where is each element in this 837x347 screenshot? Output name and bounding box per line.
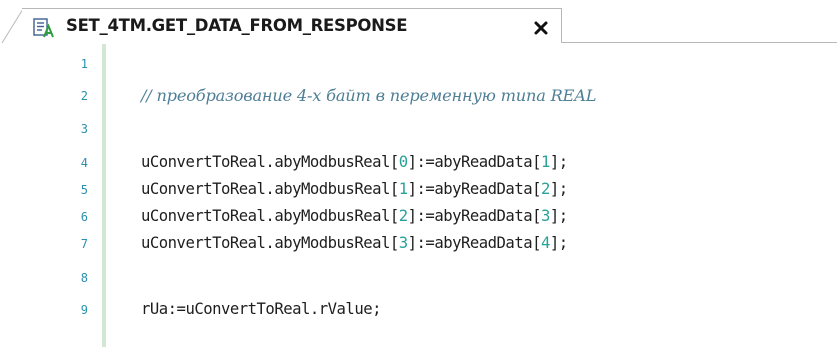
tab-strip-baseline xyxy=(562,42,837,43)
code-line[interactable]: 2 // преобразование 4-х байт в переменну… xyxy=(0,84,837,110)
line-number: 5 xyxy=(80,183,88,197)
line-number: 2 xyxy=(80,89,88,103)
line-number: 1 xyxy=(80,57,88,71)
code-editor-window: SET_4TM.GET_DATA_FROM_RESPONSE 1 2 // пр… xyxy=(0,0,837,347)
index-literal: 3 xyxy=(398,234,408,252)
code-line[interactable]: 8 xyxy=(0,266,837,292)
tab-title: SET_4TM.GET_DATA_FROM_RESPONSE xyxy=(66,16,408,35)
line-number: 8 xyxy=(80,271,88,285)
index-literal: 1 xyxy=(398,180,408,198)
editor-tab-strip: SET_4TM.GET_DATA_FROM_RESPONSE xyxy=(0,0,837,44)
tab-edge-decoration xyxy=(1,8,24,44)
code-text: rUa:=uConvertToReal.rValue; xyxy=(141,300,381,318)
code-text: uConvertToReal.abyModbusReal[3]:=abyRead… xyxy=(141,234,568,252)
code-line[interactable]: 4 uConvertToReal.abyModbusReal[0]:=abyRe… xyxy=(0,151,837,177)
code-text: uConvertToReal.abyModbusReal[1]:=abyRead… xyxy=(141,180,568,198)
structured-text-pou-icon xyxy=(33,18,54,38)
line-number: 7 xyxy=(80,237,88,251)
code-line[interactable]: 1 xyxy=(0,52,837,78)
code-text: uConvertToReal.abyModbusReal[0]:=abyRead… xyxy=(141,153,568,171)
code-comment: // преобразование 4-х байт в переменную … xyxy=(141,86,597,105)
code-editor[interactable]: 1 2 // преобразование 4-х байт в перемен… xyxy=(0,44,837,347)
line-number: 3 xyxy=(80,122,88,136)
code-line[interactable]: 5 uConvertToReal.abyModbusReal[1]:=abyRe… xyxy=(0,178,837,204)
line-number: 4 xyxy=(80,156,88,170)
close-icon[interactable] xyxy=(533,20,549,36)
index-literal: 0 xyxy=(398,153,408,171)
code-line[interactable]: 6 uConvertToReal.abyModbusReal[2]:=abyRe… xyxy=(0,205,837,231)
line-number: 9 xyxy=(80,303,88,317)
index-literal: 2 xyxy=(541,180,550,198)
code-text: uConvertToReal.abyModbusReal[2]:=abyRead… xyxy=(141,207,568,225)
index-literal: 3 xyxy=(541,207,550,225)
tab-set-4tm-get-data-from-response[interactable]: SET_4TM.GET_DATA_FROM_RESPONSE xyxy=(22,8,562,43)
index-literal: 4 xyxy=(541,234,550,252)
code-line[interactable]: 7 uConvertToReal.abyModbusReal[3]:=abyRe… xyxy=(0,232,837,258)
code-line[interactable]: 3 xyxy=(0,117,837,143)
code-line[interactable]: 9 rUa:=uConvertToReal.rValue; xyxy=(0,298,837,324)
line-number: 6 xyxy=(80,210,88,224)
index-literal: 2 xyxy=(398,207,408,225)
index-literal: 1 xyxy=(541,153,550,171)
